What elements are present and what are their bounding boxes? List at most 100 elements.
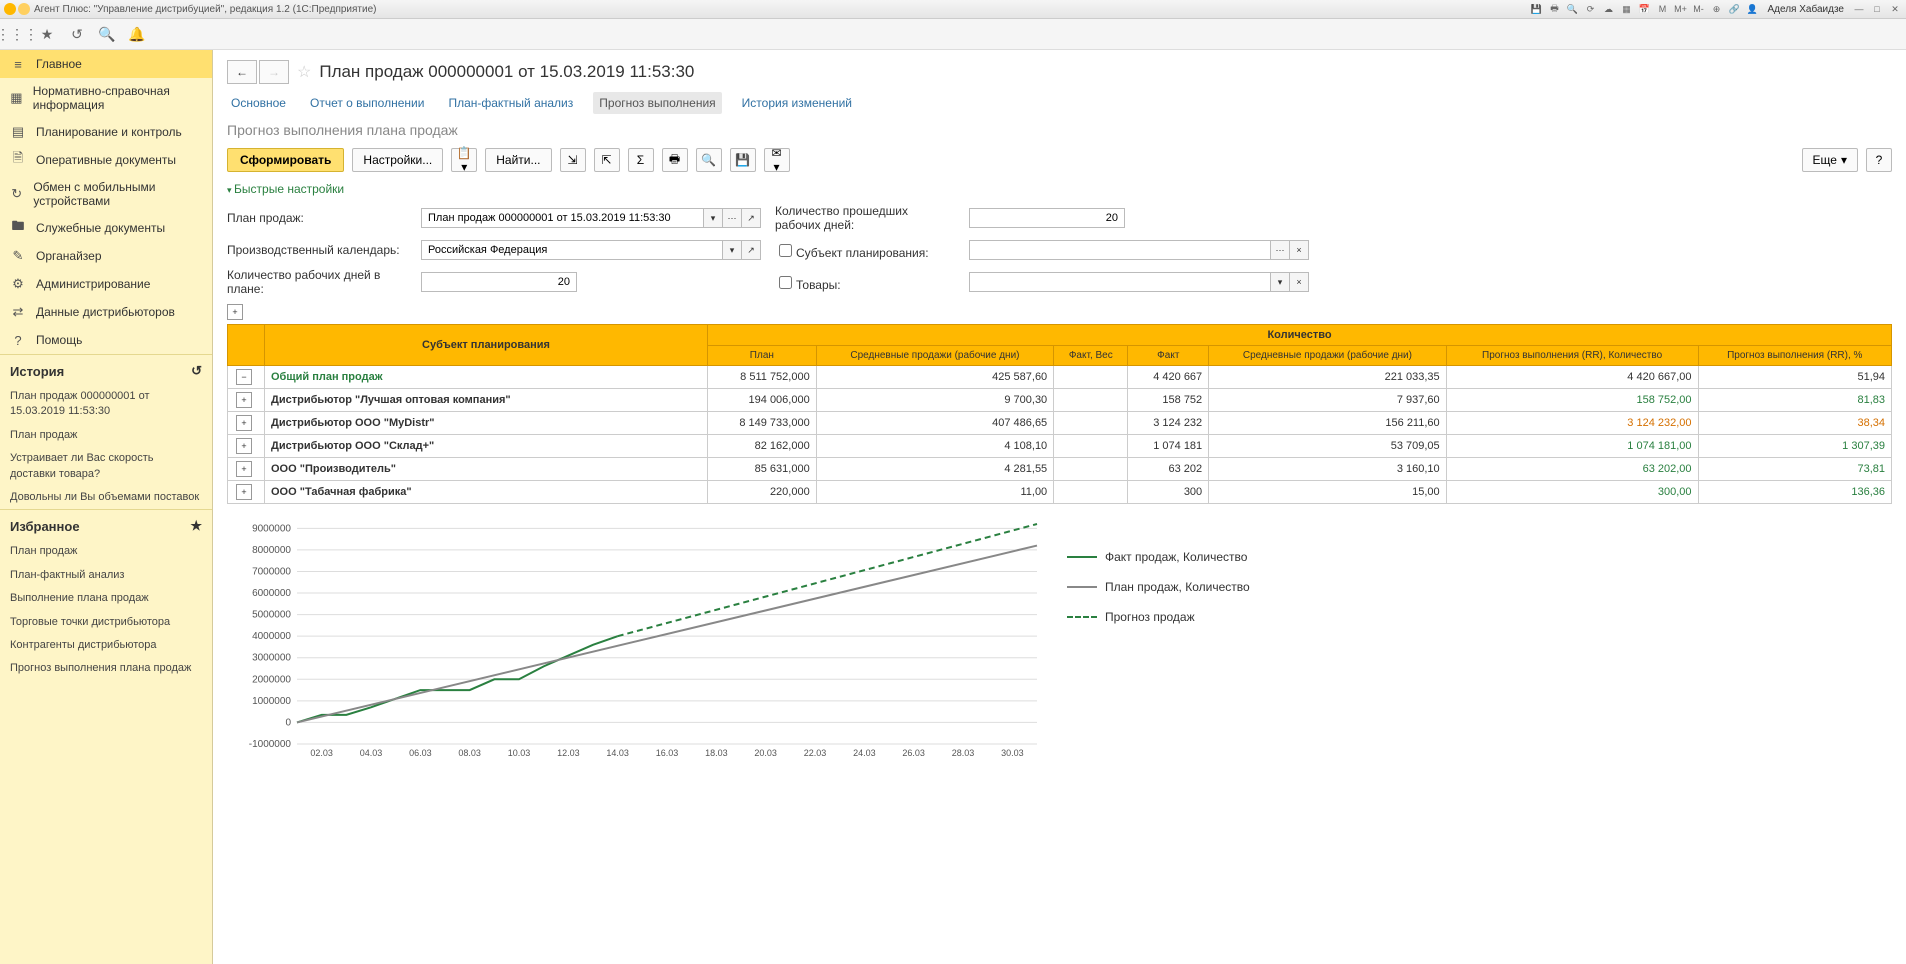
minimize-icon[interactable]: — xyxy=(1852,2,1866,16)
tab[interactable]: Основное xyxy=(227,92,290,114)
calc-icon[interactable]: ▦ xyxy=(1619,2,1633,16)
help-button[interactable]: ? xyxy=(1866,148,1892,172)
row-expand[interactable]: + xyxy=(236,438,252,454)
print-icon[interactable]: 🖶 xyxy=(1547,2,1561,16)
dropdown-icon[interactable]: ▾ xyxy=(704,208,723,228)
back-button[interactable]: ← xyxy=(227,60,257,84)
bell-icon[interactable]: 🔔 xyxy=(128,25,146,43)
find-button[interactable]: Найти... xyxy=(485,148,551,172)
more-button[interactable]: Еще▾ xyxy=(1802,148,1858,172)
settings-button[interactable]: Настройки... xyxy=(352,148,443,172)
quick-settings-header[interactable]: Быстрые настройки xyxy=(213,178,1906,200)
history-item[interactable]: Довольны ли Вы объемами поставок xyxy=(0,486,212,509)
row-expand[interactable]: − xyxy=(236,369,252,385)
favorite-item[interactable]: Выполнение плана продаж xyxy=(0,587,212,610)
favorite-item[interactable]: План-фактный анализ xyxy=(0,564,212,587)
nav-item[interactable]: ≡Главное xyxy=(0,50,212,78)
favorite-star[interactable]: ☆ xyxy=(297,62,311,82)
print-button[interactable]: 🖶 xyxy=(662,148,688,172)
nav-icon: ▦ xyxy=(10,90,23,106)
favorite-item[interactable]: Контрагенты дистрибьютора xyxy=(0,634,212,657)
tab[interactable]: Отчет о выполнении xyxy=(306,92,428,114)
nav-item[interactable]: ▤Планирование и контроль xyxy=(0,118,212,146)
table-row: + ООО "Производитель" 85 631,0004 281,55… xyxy=(228,458,1892,481)
nav-item[interactable]: ✎Органайзер xyxy=(0,242,212,270)
save-icon[interactable]: 💾 xyxy=(1529,2,1543,16)
open-icon[interactable]: ↗ xyxy=(742,208,761,228)
dropdown-icon[interactable]: ▾ xyxy=(1271,272,1290,292)
tab[interactable]: План-фактный анализ xyxy=(444,92,577,114)
history-item[interactable]: План продаж 000000001 от 15.03.2019 11:5… xyxy=(0,385,212,424)
command-bar: Сформировать Настройки... 📋▾ Найти... ⇲ … xyxy=(213,142,1906,178)
variants-button[interactable]: 📋▾ xyxy=(451,148,477,172)
history-item[interactable]: План продаж xyxy=(0,424,212,447)
star-icon[interactable]: ★ xyxy=(190,518,202,534)
svg-text:6000000: 6000000 xyxy=(252,588,291,599)
svg-text:30.03: 30.03 xyxy=(1001,748,1024,758)
ellipsis-icon[interactable]: ⋯ xyxy=(723,208,742,228)
tab[interactable]: Прогноз выполнения xyxy=(593,92,721,114)
maximize-icon[interactable]: □ xyxy=(1870,2,1884,16)
sum-button[interactable]: Σ xyxy=(628,148,654,172)
report-area: + Субъект планирования Количество План С… xyxy=(213,300,1906,964)
ellipsis-icon[interactable]: ⋯ xyxy=(1271,240,1290,260)
m-minus-icon[interactable]: M- xyxy=(1691,2,1705,16)
goods-checkbox[interactable] xyxy=(779,276,792,289)
data-table: Субъект планирования Количество План Сре… xyxy=(227,324,1892,504)
m-icon[interactable]: M xyxy=(1655,2,1669,16)
star-icon[interactable]: ★ xyxy=(38,25,56,43)
row-expand[interactable]: + xyxy=(236,461,252,477)
tab[interactable]: История изменений xyxy=(738,92,856,114)
cloud-icon[interactable]: ☁ xyxy=(1601,2,1615,16)
refresh-icon[interactable]: ⟳ xyxy=(1583,2,1597,16)
nav-item[interactable]: ↻Обмен с мобильными устройствами xyxy=(0,174,212,214)
close-icon[interactable]: ✕ xyxy=(1888,2,1902,16)
svg-text:22.03: 22.03 xyxy=(804,748,827,758)
subject-input[interactable] xyxy=(969,240,1271,260)
svg-text:5000000: 5000000 xyxy=(252,610,291,621)
search-icon[interactable]: 🔍 xyxy=(98,25,116,43)
goods-input[interactable] xyxy=(969,272,1271,292)
tabs: Основное Отчет о выполнении План-фактный а… xyxy=(213,88,1906,114)
preview-icon[interactable]: 🔍 xyxy=(1565,2,1579,16)
favorite-item[interactable]: План продаж xyxy=(0,540,212,563)
user-name[interactable]: Аделя Хабаидзе xyxy=(1767,4,1844,15)
row-expand[interactable]: + xyxy=(236,392,252,408)
m-plus-icon[interactable]: M+ xyxy=(1673,2,1687,16)
favorite-item[interactable]: Торговые точки дистрибьютора xyxy=(0,611,212,634)
plan-input[interactable] xyxy=(421,208,704,228)
nav-item[interactable]: ⚙Администрирование xyxy=(0,270,212,298)
nav-item[interactable]: ⇄Данные дистрибьюторов xyxy=(0,298,212,326)
forward-button[interactable]: → xyxy=(259,60,289,84)
days-passed-input[interactable] xyxy=(969,208,1125,228)
collapse-button[interactable]: ⇱ xyxy=(594,148,620,172)
row-expand[interactable]: + xyxy=(236,484,252,500)
preview-button[interactable]: 🔍 xyxy=(696,148,722,172)
days-plan-input[interactable] xyxy=(421,272,577,292)
expand-all-button[interactable]: + xyxy=(227,304,243,320)
expand-button[interactable]: ⇲ xyxy=(560,148,586,172)
legend-plan: План продаж, Количество xyxy=(1105,580,1250,594)
form-button[interactable]: Сформировать xyxy=(227,148,344,172)
save-button[interactable]: 💾 xyxy=(730,148,756,172)
nav-item[interactable]: 🗎Оперативные документы xyxy=(0,146,212,174)
row-expand[interactable]: + xyxy=(236,415,252,431)
favorite-item[interactable]: Прогноз выполнения плана продаж xyxy=(0,657,212,680)
calendar-icon[interactable]: 📅 xyxy=(1637,2,1651,16)
subject-checkbox[interactable] xyxy=(779,244,792,257)
calendar-input[interactable] xyxy=(421,240,723,260)
history-icon[interactable]: ↺ xyxy=(191,363,202,379)
nav-item[interactable]: ▦Нормативно-справочная информация xyxy=(0,78,212,118)
nav-item[interactable]: ?Помощь xyxy=(0,326,212,354)
open-icon[interactable]: ↗ xyxy=(742,240,761,260)
dropdown-icon[interactable]: ▾ xyxy=(723,240,742,260)
nav-item[interactable]: 🖿Служебные документы xyxy=(0,214,212,242)
zoom-icon[interactable]: ⊕ xyxy=(1709,2,1723,16)
history-icon[interactable]: ↺ xyxy=(68,25,86,43)
history-item[interactable]: Устраивает ли Вас скорость доставки това… xyxy=(0,447,212,486)
clear-icon[interactable]: × xyxy=(1290,240,1309,260)
link-icon[interactable]: 🔗 xyxy=(1727,2,1741,16)
clear-icon[interactable]: × xyxy=(1290,272,1309,292)
email-button[interactable]: ✉▾ xyxy=(764,148,790,172)
apps-icon[interactable]: ⋮⋮⋮ xyxy=(8,25,26,43)
